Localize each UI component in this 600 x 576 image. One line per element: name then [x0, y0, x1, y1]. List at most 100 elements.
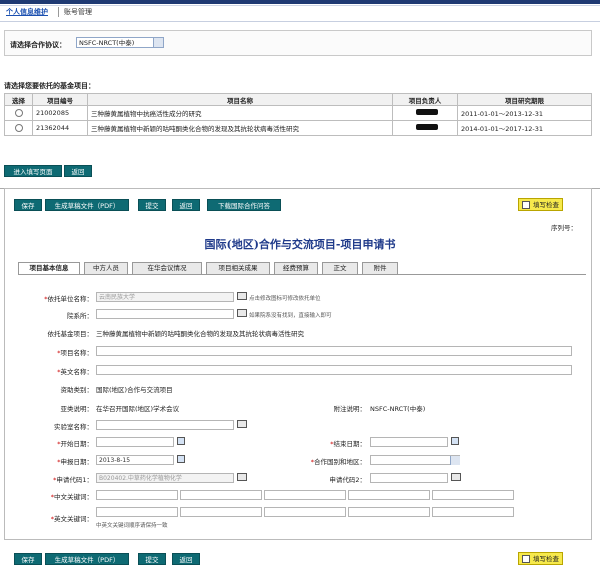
edit-icon[interactable]	[237, 309, 247, 317]
keyword-input[interactable]	[264, 490, 346, 500]
col-code: 项目编号	[32, 93, 88, 106]
category-value: 国际(地区)合作与交流项目	[96, 386, 173, 394]
english-keywords-label: *英文关键词：	[50, 515, 93, 523]
check-icon	[522, 201, 530, 209]
top-bar-accent	[0, 4, 600, 6]
form-check-button[interactable]: 填写检查	[518, 552, 563, 565]
code2-label: 申请代码2：	[329, 476, 366, 484]
projects-title: 请选择您要依托的基金项目：	[4, 82, 95, 90]
unit-hint: 点击修改图标可修改依托单位	[249, 296, 321, 302]
table-row: 21002085 三种藤黄属植物中抗癌活性成分的研究 2011-01-01～20…	[4, 105, 592, 121]
country-label: *合作国别和地区：	[310, 458, 366, 466]
serial-number: 序列号：	[551, 224, 577, 232]
ename-label: *英文名称：	[57, 368, 93, 376]
download-qa-button[interactable]: 下载国际合作问答	[207, 199, 281, 211]
picker-icon[interactable]	[451, 473, 461, 481]
english-keyword-input[interactable]	[264, 507, 346, 517]
keywords-label: *中文关键词：	[50, 493, 93, 501]
picker-icon[interactable]	[237, 420, 247, 428]
dept-input[interactable]	[96, 309, 234, 319]
dept-hint: 如果院系没有找到，直接输入即可	[249, 313, 332, 319]
tab-personal-info[interactable]: 个人信息维护	[6, 7, 48, 17]
keyword-input[interactable]	[96, 490, 178, 500]
redacted-leader	[415, 124, 438, 130]
fund-value: 三种藤黄属植物中新颖的咕吨酮类化合物的发现及其抗轮状病毒活性研究	[96, 330, 304, 338]
keyword-input[interactable]	[348, 490, 430, 500]
note-value: NSFC-NRCT(中泰)	[370, 405, 426, 413]
agreement-select[interactable]: NSFC-NRCT(中泰)	[76, 37, 164, 48]
submit-button[interactable]: 提交	[138, 553, 166, 565]
generate-pdf-button[interactable]: 生成草稿文件（PDF）	[45, 199, 129, 211]
row-code: 21362044	[32, 120, 88, 136]
form-check-label: 填写检查	[533, 555, 559, 563]
country-select[interactable]	[370, 455, 460, 465]
back-button[interactable]: 返回	[64, 165, 92, 177]
save-button[interactable]: 保存	[14, 199, 42, 211]
return-button[interactable]: 返回	[172, 553, 200, 565]
picker-icon[interactable]	[237, 473, 247, 481]
submit-button[interactable]: 提交	[138, 199, 166, 211]
row-name: 三种藤黄属植物中抗癌活性成分的研究	[87, 105, 393, 121]
row-period: 2011-01-01～2013-12-31	[457, 105, 592, 121]
dept-label: 院系所：	[67, 312, 93, 320]
unit-input[interactable]: 云南民族大学	[96, 292, 234, 302]
project-name-input[interactable]	[96, 346, 572, 356]
nav-separator	[58, 7, 59, 17]
enter-form-button[interactable]: 进入填写页面	[4, 165, 62, 177]
tab-body[interactable]: 正文	[322, 262, 358, 274]
start-date-input[interactable]	[96, 437, 174, 447]
projects-table: 选择 项目编号 项目名称 项目负责人 项目研究期限 21002085 三种藤黄属…	[4, 93, 592, 136]
keyword-input[interactable]	[432, 490, 514, 500]
keywords-hint: 中英文关键词顺序请保持一致	[96, 523, 168, 529]
keyword-input[interactable]	[180, 490, 262, 500]
english-keyword-input[interactable]	[348, 507, 430, 517]
tab-budget[interactable]: 经费预算	[274, 262, 318, 274]
agreement-label: 请选择合作协议：	[10, 41, 66, 49]
tab-chinese-staff[interactable]: 中方人员	[84, 262, 128, 274]
start-label: *开始日期：	[57, 440, 93, 448]
sub-value: 在华召开国际(地区)学术会议	[96, 405, 180, 413]
return-button[interactable]: 返回	[172, 199, 200, 211]
form-check-button[interactable]: 填写检查	[518, 198, 563, 211]
code1-input[interactable]: B020402.中草药化学植物化学	[96, 473, 234, 483]
table-row: 21362044 三种藤黄属植物中新颖的咕吨酮类化合物的发现及其抗轮状病毒活性研…	[4, 120, 592, 136]
chevron-down-icon[interactable]	[450, 456, 460, 465]
tab-attachment[interactable]: 附件	[362, 262, 398, 274]
code2-input[interactable]	[370, 473, 448, 483]
calendar-icon[interactable]	[177, 455, 185, 463]
tab-divider	[18, 274, 586, 275]
english-name-input[interactable]	[96, 365, 572, 375]
generate-pdf-button[interactable]: 生成草稿文件（PDF）	[45, 553, 129, 565]
tab-results[interactable]: 项目相关成果	[206, 262, 270, 274]
english-keyword-input[interactable]	[96, 507, 178, 517]
col-leader: 项目负责人	[392, 93, 458, 106]
english-keyword-input[interactable]	[432, 507, 514, 517]
form-title: 国际(地区)合作与交流项目-项目申请书	[204, 238, 396, 251]
tab-conference[interactable]: 在华会议情况	[132, 262, 202, 274]
check-icon	[522, 555, 530, 563]
nav-divider	[0, 21, 600, 22]
row-radio[interactable]	[14, 109, 23, 117]
end-date-input[interactable]	[370, 437, 448, 447]
form-check-label: 填写检查	[533, 201, 559, 209]
tab-basic-info[interactable]: 项目基本信息	[18, 262, 80, 274]
col-select: 选择	[4, 93, 33, 106]
row-radio[interactable]	[14, 124, 23, 132]
calendar-icon[interactable]	[451, 437, 459, 445]
redacted-leader	[415, 109, 438, 115]
row-name: 三种藤黄属植物中新颖的咕吨酮类化合物的发现及其抗轮状病毒活性研究	[87, 120, 393, 136]
fund-label: 依托基金项目：	[47, 330, 94, 338]
english-keyword-input[interactable]	[180, 507, 262, 517]
tab-account[interactable]: 账号管理	[64, 7, 92, 17]
row-period: 2014-01-01～2017-12-31	[457, 120, 592, 136]
apply-label: *申报日期：	[57, 458, 93, 466]
apply-date-input[interactable]: 2013-8-15	[96, 455, 174, 465]
code1-label: *申请代码1：	[53, 476, 93, 484]
name-label: *项目名称：	[57, 349, 93, 357]
edit-icon[interactable]	[237, 292, 247, 300]
chevron-down-icon[interactable]	[153, 38, 163, 47]
calendar-icon[interactable]	[177, 437, 185, 445]
lab-input[interactable]	[96, 420, 234, 430]
save-button[interactable]: 保存	[14, 553, 42, 565]
row-code: 21002085	[32, 105, 88, 121]
